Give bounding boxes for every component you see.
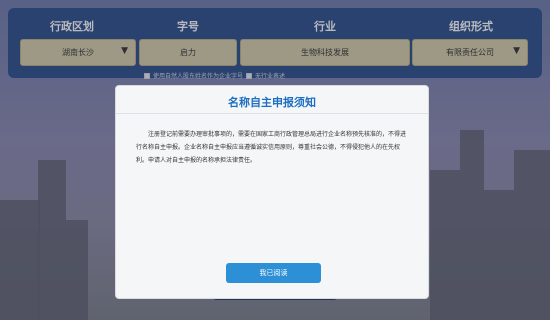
notice-dialog: 名称自主申报须知 注册登记前需要办理审批事项的，需要在国家工商行政管理总局进行企…: [115, 85, 429, 299]
dialog-title: 名称自主申报须知: [228, 96, 316, 109]
divider: [116, 113, 428, 114]
dialog-body-text: 注册登记前需要办理审批事项的，需要在国家工商行政管理总局进行企业名称预先核准的，…: [136, 131, 407, 164]
i-have-read-button[interactable]: 我已阅读: [226, 263, 321, 283]
